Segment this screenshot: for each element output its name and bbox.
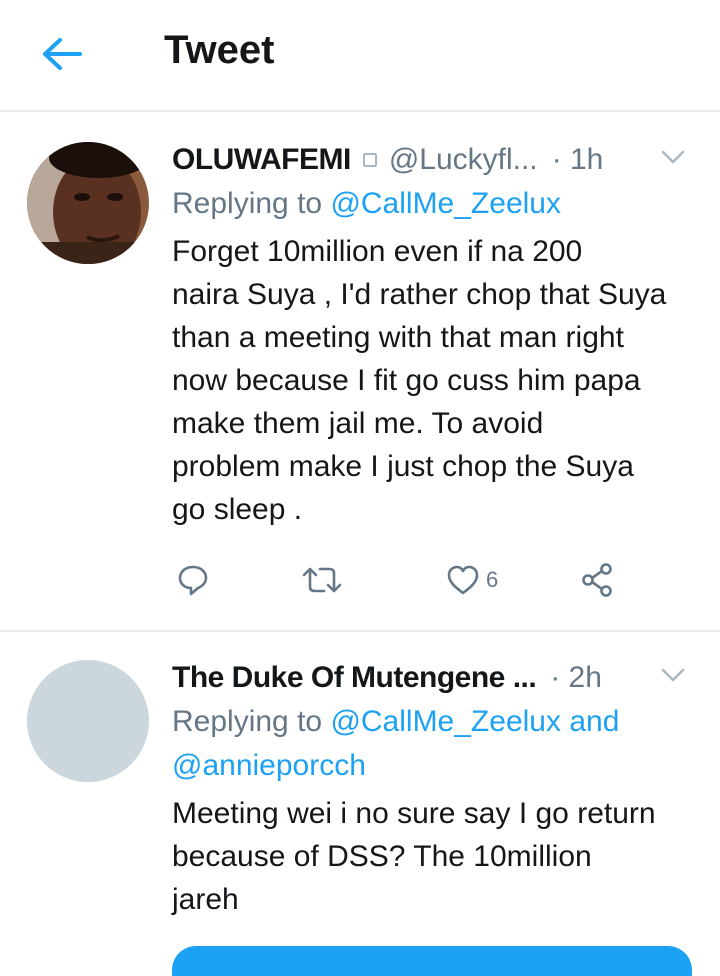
- tweet-text: Forget 10million even if na 200 naira Su…: [172, 235, 667, 526]
- tweet-actions: 6: [172, 560, 632, 600]
- avatar[interactable]: [27, 660, 149, 782]
- display-name[interactable]: OLUWAFEMI: [172, 143, 351, 177]
- tweet-content: The Duke Of Mutengene ... · 2h Replying …: [172, 658, 696, 921]
- reply-icon: [178, 565, 208, 596]
- replying-prefix: Replying to: [172, 187, 323, 220]
- user-handle[interactable]: @Luckyfl...: [389, 143, 538, 177]
- tweet[interactable]: The Duke Of Mutengene ... · 2h Replying …: [0, 632, 720, 976]
- top-bar: Tweet: [0, 0, 720, 112]
- back-button[interactable]: [36, 30, 88, 78]
- chevron-down-icon[interactable]: [658, 146, 688, 170]
- mention-link[interactable]: @annieporcch: [172, 749, 366, 782]
- timestamp: · 1h: [551, 143, 604, 176]
- tweet[interactable]: OLUWAFEMI @Luckyfl... · 1h Replying to @…: [0, 112, 720, 632]
- avatar[interactable]: [27, 142, 149, 264]
- timestamp: · 2h: [550, 661, 602, 694]
- heart-icon: [447, 565, 479, 595]
- mention-link[interactable]: @CallMe_Zeelux: [330, 705, 561, 738]
- replying-to: Replying to @CallMe_Zeelux and @anniepor…: [172, 700, 696, 788]
- profile-photo: [27, 142, 149, 264]
- chevron-down-icon[interactable]: [658, 664, 688, 688]
- share-button[interactable]: [580, 560, 616, 600]
- share-icon: [582, 563, 612, 597]
- like-count: 6: [486, 567, 499, 592]
- replying-and: and: [569, 705, 620, 738]
- mention-link[interactable]: @CallMe_Zeelux: [330, 187, 561, 220]
- tweet-text: Meeting wei i no sure say I go return be…: [172, 797, 656, 916]
- like-button[interactable]: 6: [446, 560, 498, 600]
- replying-to: Replying to @CallMe_Zeelux: [172, 182, 696, 226]
- reply-button[interactable]: [176, 560, 210, 600]
- protected-icon: [362, 153, 377, 167]
- arrow-left-icon: [43, 38, 82, 70]
- tweet-content: OLUWAFEMI @Luckyfl... · 1h Replying to @…: [172, 140, 696, 531]
- tweet-header: OLUWAFEMI @Luckyfl... · 1h: [172, 140, 696, 180]
- retweet-button[interactable]: [300, 560, 344, 600]
- reply-button-partial[interactable]: [172, 946, 692, 976]
- display-name[interactable]: The Duke Of Mutengene ...: [172, 661, 537, 695]
- replying-prefix: Replying to: [172, 705, 323, 738]
- page-title: Tweet: [164, 28, 275, 72]
- retweet-icon: [302, 567, 342, 593]
- tweet-header: The Duke Of Mutengene ... · 2h: [172, 658, 696, 698]
